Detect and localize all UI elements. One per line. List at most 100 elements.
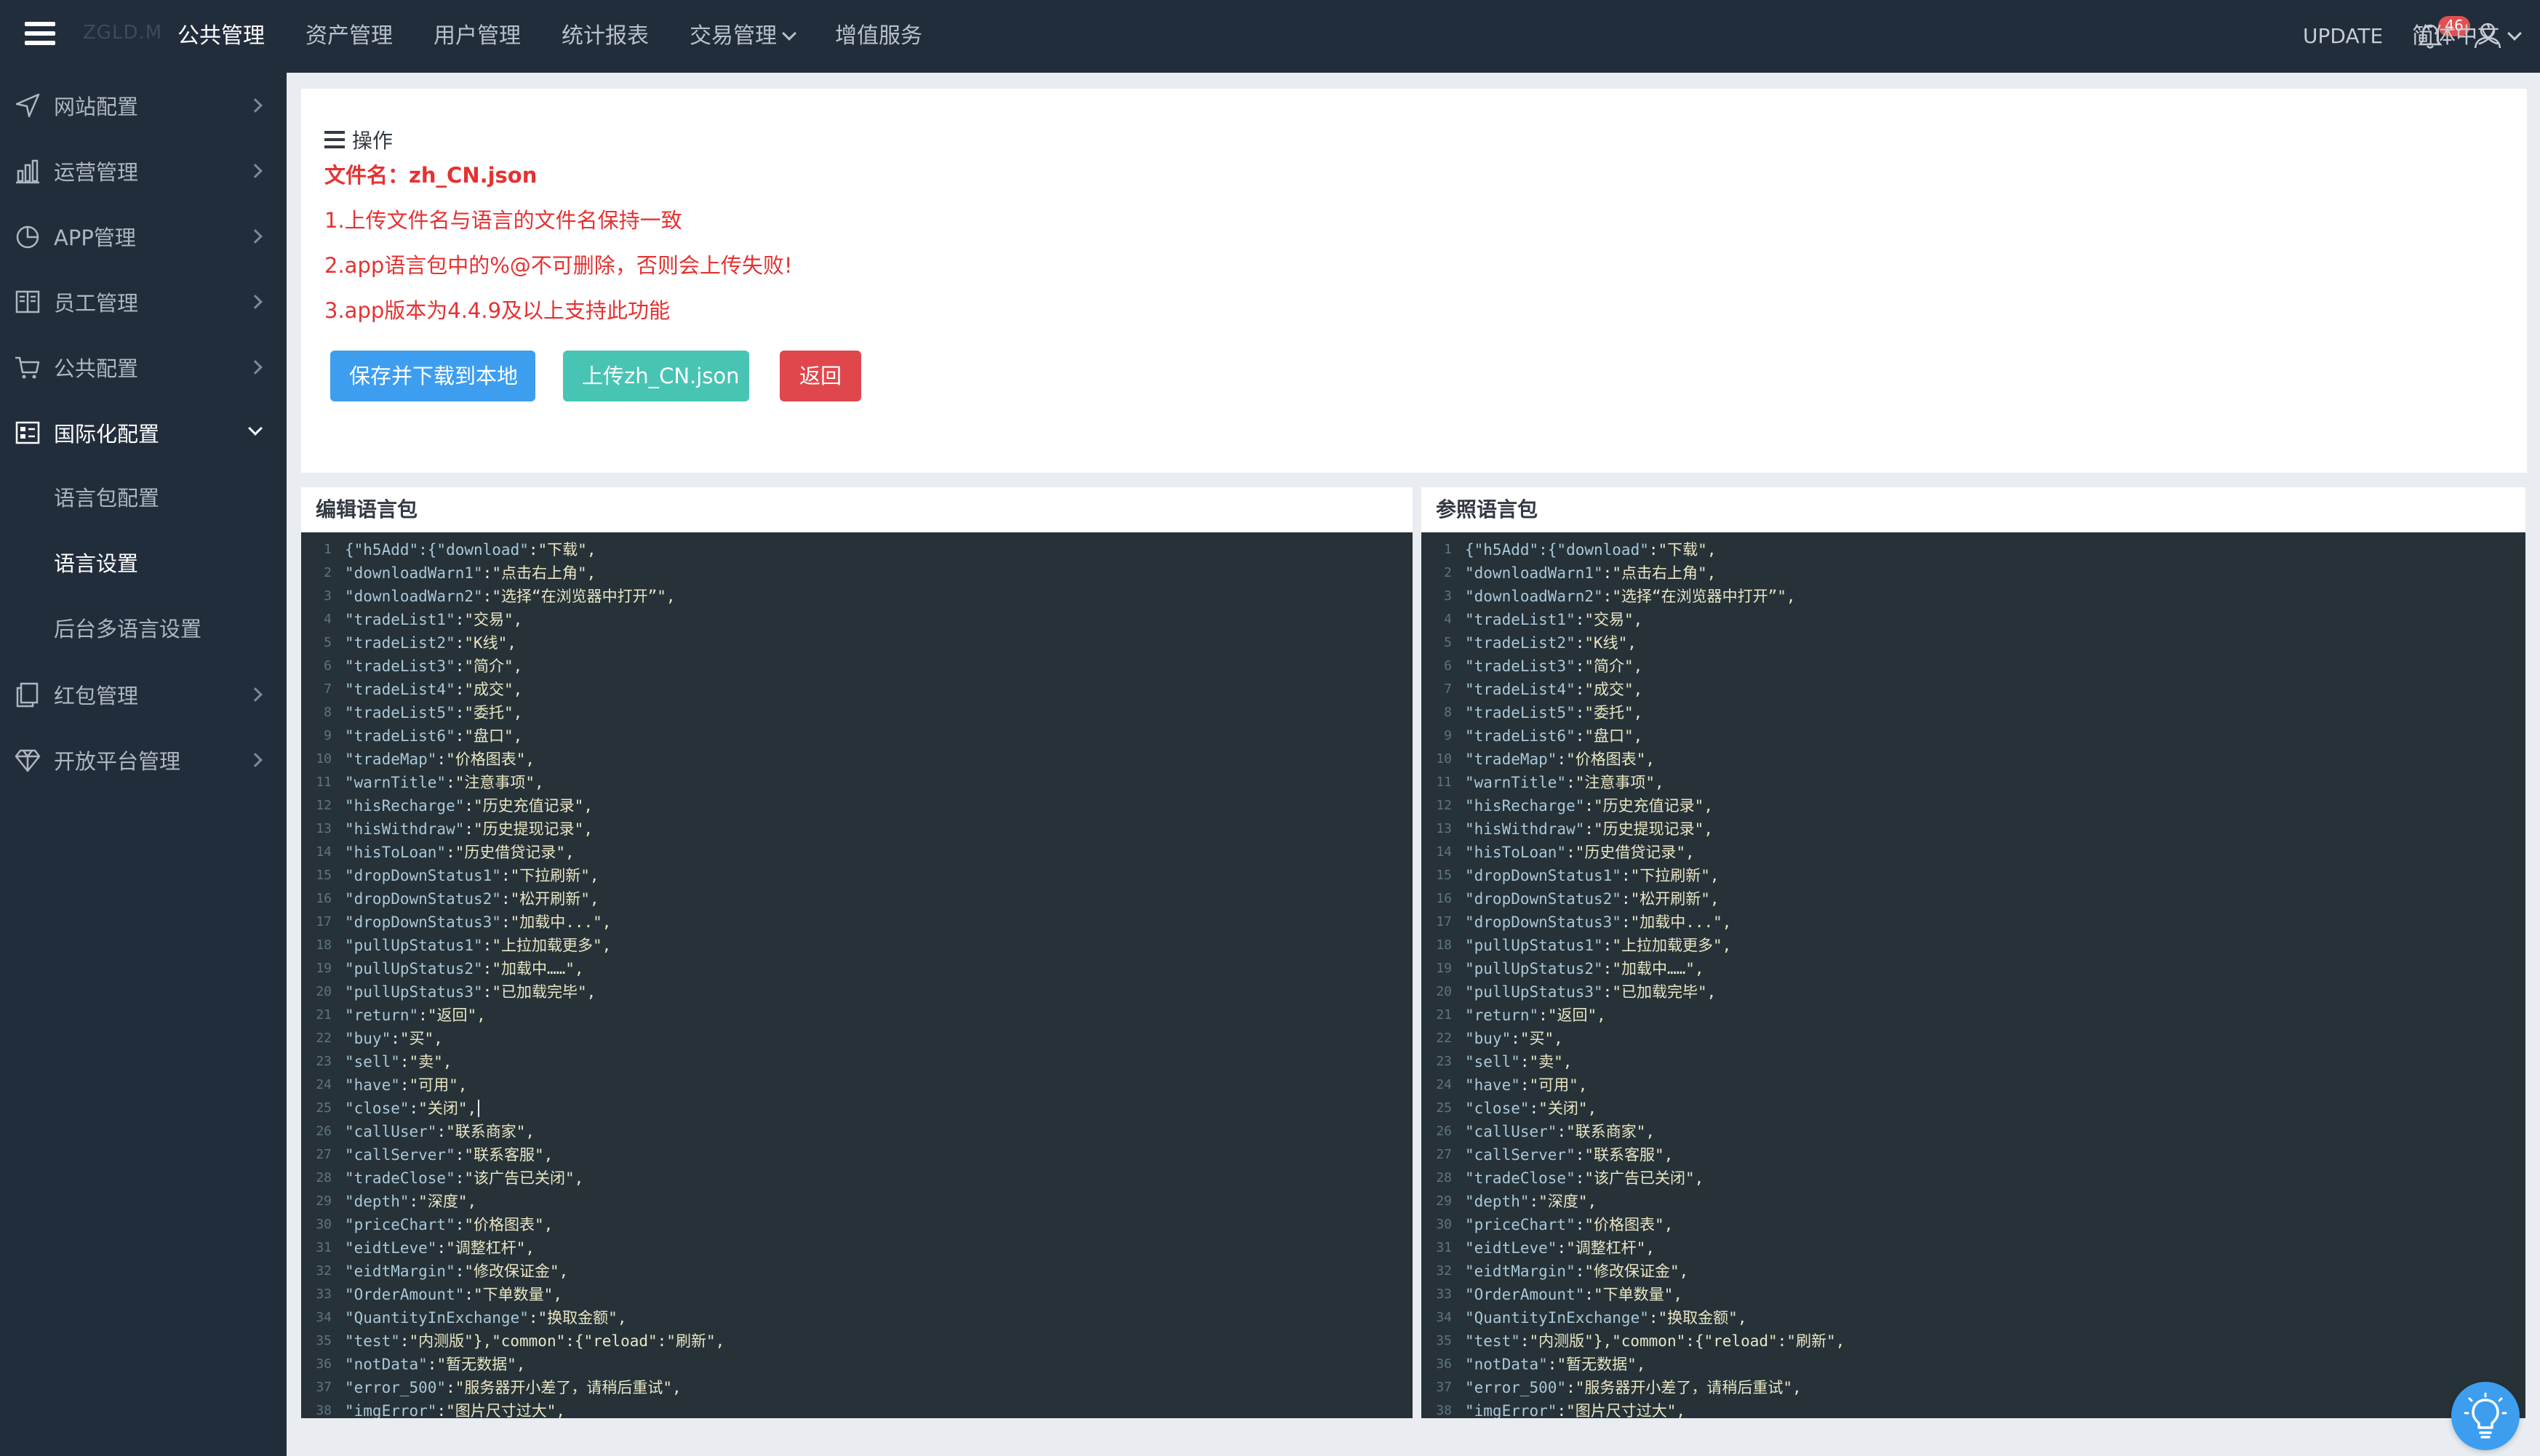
code-colon: : [500, 867, 511, 884]
code-colon: : [1575, 1216, 1585, 1233]
code-key: "have" [1465, 1076, 1520, 1094]
edit-code-editor[interactable]: 1 {"h5Add":{"download": "下载", 2 "downloadWar… [301, 532, 1413, 1418]
top-navigation-bar: ZGLD.M 公共管理 资产管理 用户管理 统计报表 交易管理 增值服务 UPD… [0, 0, 2540, 73]
code-value: "价格图表", [446, 751, 535, 768]
sidebar-item-app[interactable]: APP管理 [0, 204, 287, 269]
help-button[interactable] [2451, 1382, 2520, 1450]
line-number: 35 [1436, 1333, 1452, 1348]
code-value: "盘口", [464, 727, 523, 745]
top-nav-asset-management[interactable]: 资产管理 [285, 0, 413, 73]
chevron-right-icon [248, 229, 263, 244]
upload-button[interactable]: 上传zh_CN.json [563, 351, 749, 401]
sidebar-item-operations[interactable]: 运营管理 [0, 138, 287, 204]
code-key: "downloadWarn2" [345, 588, 483, 605]
code-value: "可用", [1529, 1076, 1588, 1094]
code-line: 25 "close": "关闭", [1421, 1097, 2525, 1120]
line-number: 13 [316, 821, 332, 836]
edit-language-pack-panel: 编辑语言包 1 {"h5Add":{"download": "下载", 2 "downl… [301, 487, 1413, 1418]
line-number: 32 [316, 1263, 332, 1279]
code-key: "tradeList4" [345, 681, 455, 698]
line-number: 37 [316, 1380, 332, 1395]
code-line: 13 "hisWithdraw": "历史提现记录", [301, 817, 1413, 841]
code-key: "tradeList4" [1465, 681, 1575, 698]
code-key: "imgError" [1465, 1402, 1557, 1418]
code-key: "dropDownStatus2" [345, 890, 501, 908]
chevron-right-icon [248, 98, 263, 113]
code-key: "depth" [1465, 1193, 1530, 1210]
sidebar-item-staff[interactable]: 员工管理 [0, 269, 287, 335]
line-number: 36 [1436, 1356, 1452, 1372]
sidebar-item-website-config[interactable]: 网站配置 [0, 73, 287, 138]
update-button[interactable]: UPDATE [2303, 0, 2383, 73]
code-key: "pullUpStatus3" [345, 983, 483, 1001]
code-value: "联系客服", [464, 1146, 554, 1164]
code-colon: : [455, 1263, 465, 1280]
code-value: "盘口", [1584, 727, 1643, 745]
code-key: "tradeList6" [1465, 727, 1575, 745]
code-line: 26 "callUser": "联系商家", [301, 1120, 1413, 1143]
code-value: "价格图表", [1566, 751, 1656, 768]
code-value: "图片尺寸过大", [1566, 1402, 1686, 1418]
sidebar-item-red-packet[interactable]: 红包管理 [0, 662, 287, 727]
reference-code-editor[interactable]: 1 {"h5Add":{"download": "下载", 2 "downloadWar… [1421, 532, 2525, 1418]
code-key: "warnTitle" [1465, 774, 1567, 791]
top-nav-value-added[interactable]: 增值服务 [815, 0, 943, 73]
code-line: 37 "error_500": "服务器开小差了，请稍后重试", [301, 1376, 1413, 1399]
sidebar-subitem-admin-multilang[interactable]: 后台多语言设置 [0, 596, 287, 662]
sidebar-subitem-language-pack-config[interactable]: 语言包配置 [0, 465, 287, 531]
filename-line: 文件名：zh_CN.json [324, 159, 537, 189]
menu-toggle-icon[interactable] [25, 22, 55, 45]
line-number: 4 [324, 612, 332, 627]
code-value: "关闭", [1538, 1100, 1597, 1117]
code-key: "priceChart" [345, 1216, 455, 1233]
code-colon: : [464, 1286, 474, 1303]
line-number: 14 [1436, 844, 1452, 860]
line-number: 17 [1436, 914, 1452, 929]
code-line: 31 "eidtLeve": "调整杠杆", [1421, 1236, 2525, 1260]
sidebar-item-i18n-config[interactable]: 国际化配置 [0, 400, 287, 465]
top-nav-statistics[interactable]: 统计报表 [541, 0, 669, 73]
line-number: 5 [1444, 635, 1452, 650]
code-line: 35 "test": "内测版"},"common":{"reload":"刷新", [301, 1329, 1413, 1353]
code-value: "上拉加载更多", [492, 937, 612, 954]
code-key: "downloadWarn1" [1465, 564, 1603, 582]
top-nav-public-management[interactable]: 公共管理 [157, 0, 285, 73]
back-button[interactable]: 返回 [780, 351, 861, 401]
code-colon: : [1519, 1076, 1530, 1094]
sidebar-item-open-platform[interactable]: 开放平台管理 [0, 727, 287, 793]
code-key: "QuantityInExchange" [345, 1309, 529, 1327]
code-key: "dropDownStatus1" [345, 867, 501, 884]
code-line: 29 "depth": "深度", [1421, 1190, 2525, 1213]
code-key: "dropDownStatus3" [345, 913, 501, 931]
code-colon: : [418, 1007, 428, 1024]
code-colon: : [1529, 1193, 1539, 1210]
code-key: "callServer" [345, 1146, 455, 1164]
sidebar-item-public-config[interactable]: 公共配置 [0, 335, 287, 400]
language-select[interactable]: 简体中文 [2412, 0, 2522, 73]
code-key: "close" [1465, 1100, 1530, 1117]
line-number: 10 [1436, 751, 1452, 767]
code-value: "已加载完毕", [1612, 983, 1717, 1001]
top-nav-user-management[interactable]: 用户管理 [413, 0, 541, 73]
operation-panel: 操作 文件名：zh_CN.json 1.上传文件名与语言的文件名保持一致 2.a… [301, 89, 2527, 473]
code-key: {"h5Add":{"download" [345, 541, 529, 559]
code-line: 9 "tradeList6": "盘口", [1421, 724, 2525, 748]
line-number: 25 [1436, 1100, 1452, 1116]
text-cursor [478, 1100, 480, 1117]
sidebar-subitem-language-settings[interactable]: 语言设置 [0, 531, 287, 596]
line-number: 6 [324, 658, 332, 673]
code-key: "callUser" [345, 1123, 437, 1140]
code-key: "notData" [1465, 1356, 1548, 1373]
top-nav-trade-management[interactable]: 交易管理 [669, 0, 815, 73]
code-line: 9 "tradeList6": "盘口", [301, 724, 1413, 748]
code-line: 24 "have": "可用", [301, 1073, 1413, 1097]
save-download-button[interactable]: 保存并下载到本地 [330, 351, 535, 401]
code-colon: : [482, 983, 492, 1001]
code-line: 10 "tradeMap": "价格图表", [301, 748, 1413, 771]
code-colon: : [500, 890, 511, 908]
code-colon: : [446, 844, 455, 861]
chevron-down-icon [248, 421, 263, 436]
code-line: 31 "eidtLeve": "调整杠杆", [301, 1236, 1413, 1260]
code-colon: : [455, 1169, 465, 1187]
copy-icon [16, 682, 39, 708]
